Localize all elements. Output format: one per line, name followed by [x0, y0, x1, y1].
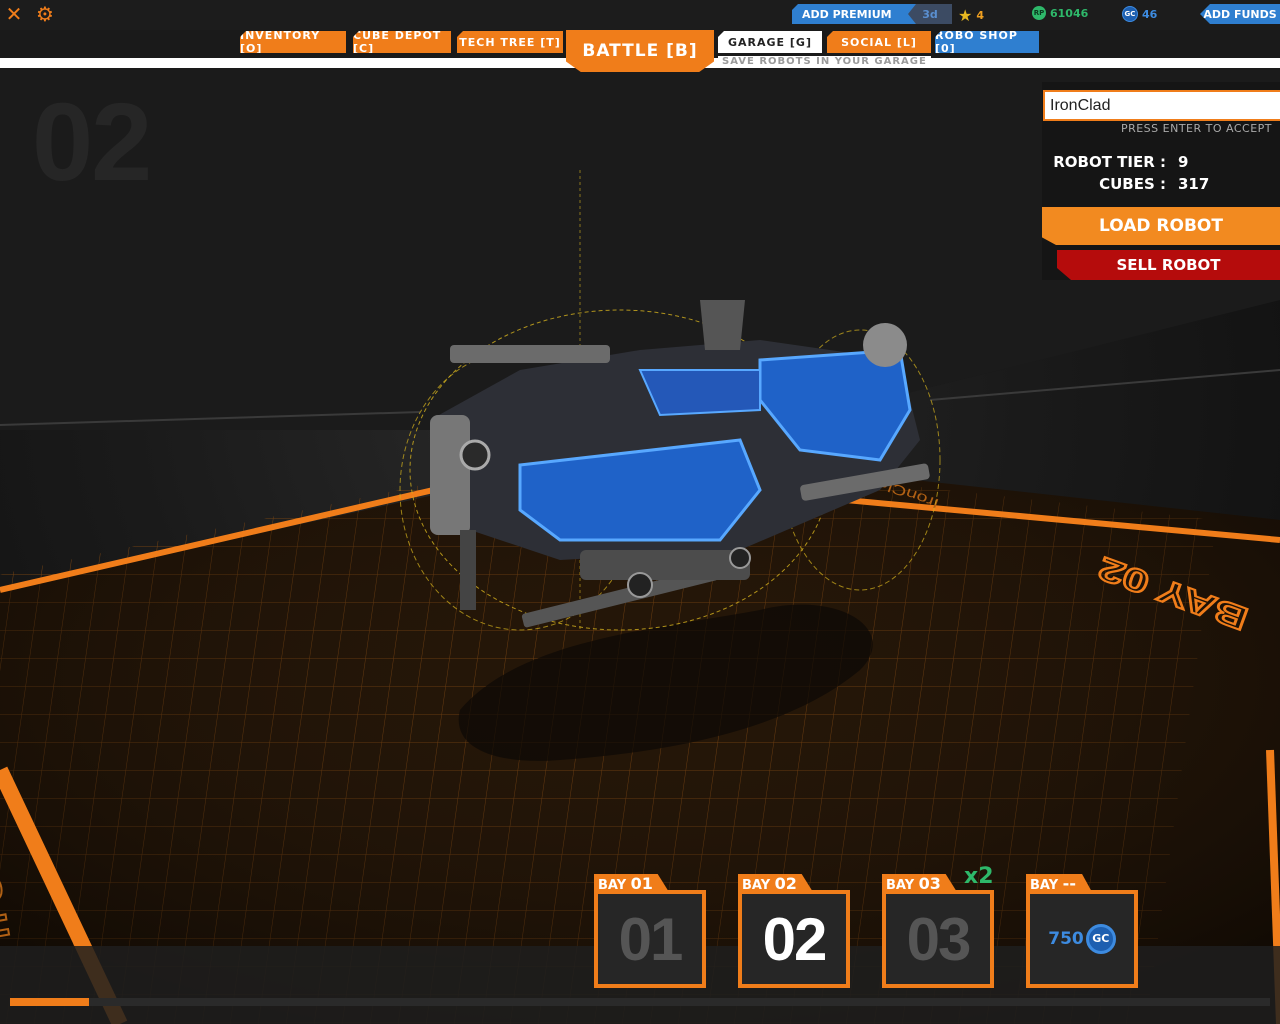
gc-stat: GC 46 — [1122, 6, 1157, 22]
load-robot-button[interactable]: LOAD ROBOT — [1042, 207, 1280, 245]
rp-stat: RP 61046 — [1032, 6, 1088, 20]
star-icon: ★ — [958, 6, 973, 25]
add-premium-button[interactable]: ADD PREMIUM 3d — [792, 4, 952, 24]
robot-tier-row: ROBOT TIER : 9 — [1050, 153, 1270, 171]
robot-cubes-value: 317 — [1178, 175, 1210, 193]
bay-03-multiplier-badge: x2 — [964, 864, 994, 889]
robot-cubes-row: CUBES : 317 — [1050, 175, 1270, 193]
bay-number-display: 02 — [32, 81, 152, 204]
premium-days-remaining: 3d — [908, 4, 952, 24]
rp-icon: RP — [1032, 6, 1046, 20]
bay-02-slot[interactable]: BAY 02 02 — [738, 874, 850, 988]
loading-progress-fill — [10, 998, 89, 1006]
name-input-hint: PRESS ENTER TO ACCEPT — [1120, 122, 1272, 135]
bay-03-box: 03 — [882, 890, 994, 988]
tab-social[interactable]: SOCIAL [L] — [827, 31, 931, 53]
bay-02-box: 02 — [738, 890, 850, 988]
add-funds-button[interactable]: ADD FUNDS — [1200, 4, 1280, 24]
bay-03-slot[interactable]: BAY 03 03 — [882, 874, 994, 988]
tab-cube-depot[interactable]: CUBE DEPOT [C] — [353, 31, 451, 53]
tab-battle[interactable]: BATTLE [B] — [566, 30, 714, 72]
tab-inventory[interactable]: INVENTORY [O] — [240, 31, 346, 53]
rp-value: 61046 — [1050, 6, 1089, 20]
robot-cubes-label: CUBES : — [1099, 175, 1166, 193]
gear-icon[interactable]: ⚙ — [34, 3, 56, 25]
robot-tier-value: 9 — [1178, 153, 1189, 171]
tab-garage[interactable]: GARAGE [G] — [718, 31, 822, 53]
tier-stars-stat: ★ 4 — [958, 6, 984, 25]
bay-buy-price-value: 750 — [1048, 929, 1084, 949]
tab-tech-tree[interactable]: TECH TREE [T] — [457, 31, 563, 53]
robot-name-input[interactable] — [1043, 90, 1280, 121]
gc-currency-icon: GC — [1085, 924, 1116, 954]
add-premium-label: ADD PREMIUM — [802, 7, 892, 21]
bay-buy-box: 750 GC — [1026, 890, 1138, 988]
bay-buy-price: 750 GC — [1048, 924, 1116, 954]
sell-robot-button[interactable]: SELL ROBOT — [1057, 250, 1280, 280]
robot-tier-label: ROBOT TIER : — [1053, 153, 1166, 171]
bay-02-number: 02 — [762, 905, 828, 973]
gc-value: 46 — [1142, 7, 1158, 21]
gc-icon: GC — [1122, 6, 1138, 22]
bay-buy-slot[interactable]: BAY -- 750 GC — [1026, 874, 1138, 988]
tier-stars-value: 4 — [976, 9, 984, 22]
bay-01-box: 01 — [594, 890, 706, 988]
tab-robo-shop[interactable]: ROBO SHOP [0] — [935, 31, 1039, 53]
close-icon[interactable]: ✕ — [3, 3, 25, 25]
loading-progress-track — [10, 998, 1270, 1006]
garage-subtitle: SAVE ROBOTS IN YOUR GARAGE — [718, 56, 931, 68]
bay-01-number: 01 — [618, 905, 684, 973]
bay-01-slot[interactable]: BAY 01 01 — [594, 874, 706, 988]
bay-03-number: 03 — [906, 905, 972, 973]
